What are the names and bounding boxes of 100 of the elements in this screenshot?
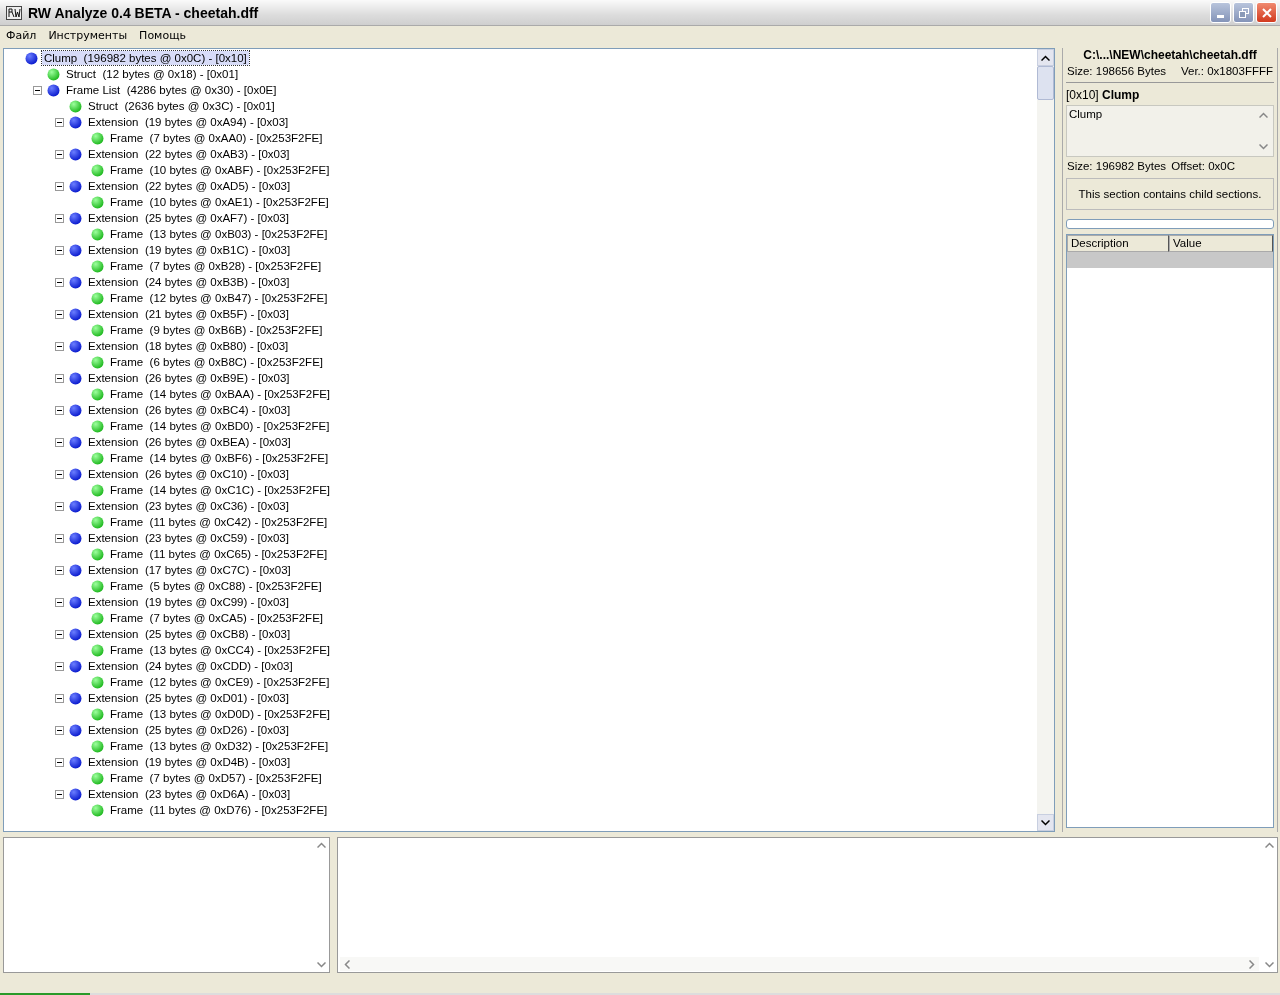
tree-item[interactable]: Frame (12 bytes @ 0xB47) - [0x253F2FE] <box>108 291 330 305</box>
node-icon <box>69 467 82 481</box>
node-icon <box>69 403 82 417</box>
restore-button[interactable] <box>1233 2 1254 23</box>
minimize-button[interactable] <box>1210 2 1231 23</box>
collapse-icon[interactable] <box>55 437 64 447</box>
tree-item[interactable]: Frame (6 bytes @ 0xB8C) - [0x253F2FE] <box>108 355 325 369</box>
collapse-icon[interactable] <box>55 245 64 255</box>
collapse-icon[interactable] <box>55 597 64 607</box>
tree-item[interactable]: Extension (26 bytes @ 0xBC4) - [0x03] <box>86 403 293 417</box>
collapse-icon[interactable] <box>55 373 64 383</box>
column-header[interactable]: Value <box>1169 235 1273 252</box>
collapse-icon[interactable] <box>55 789 64 799</box>
collapse-icon[interactable] <box>55 117 64 127</box>
tree-item[interactable]: Frame (14 bytes @ 0xBAA) - [0x253F2FE] <box>108 387 333 401</box>
node-icon <box>69 307 82 321</box>
collapse-icon[interactable] <box>55 501 64 511</box>
node-icon <box>69 627 82 641</box>
tree-item[interactable]: Frame (7 bytes @ 0xB28) - [0x253F2FE] <box>108 259 324 273</box>
tree-item[interactable]: Extension (25 bytes @ 0xD26) - [0x03] <box>86 723 291 737</box>
node-icon <box>91 515 104 529</box>
collapse-icon[interactable] <box>55 277 64 287</box>
tree-item[interactable]: Extension (25 bytes @ 0xAF7) - [0x03] <box>86 211 291 225</box>
collapse-icon[interactable] <box>55 725 64 735</box>
tree-item[interactable]: Frame (10 bytes @ 0xAE1) - [0x253F2FE] <box>108 195 331 209</box>
tree-item[interactable]: Frame (11 bytes @ 0xC42) - [0x253F2FE] <box>108 515 330 529</box>
column-header[interactable]: Description <box>1067 235 1169 252</box>
menu-item[interactable]: Помощь <box>133 29 192 42</box>
node-icon <box>69 371 82 385</box>
tree-item[interactable]: Frame (11 bytes @ 0xD76) - [0x253F2FE] <box>108 803 330 817</box>
tree-item[interactable]: Frame (7 bytes @ 0xD57) - [0x253F2FE] <box>108 771 324 785</box>
collapse-icon[interactable] <box>55 757 64 767</box>
tree-item[interactable]: Extension (19 bytes @ 0xA94) - [0x03] <box>86 115 291 129</box>
tree-item[interactable]: Struct (12 bytes @ 0x18) - [0x01] <box>64 67 241 81</box>
node-icon <box>69 595 82 609</box>
node-icon <box>25 51 38 65</box>
collapse-icon[interactable] <box>55 661 64 671</box>
tree-item[interactable]: Extension (26 bytes @ 0xC10) - [0x03] <box>86 467 291 481</box>
tree-item[interactable]: Frame (12 bytes @ 0xCE9) - [0x253F2FE] <box>108 675 332 689</box>
scroll-up-icon[interactable] <box>1041 54 1050 61</box>
tree-item[interactable]: Extension (17 bytes @ 0xC7C) - [0x03] <box>86 563 293 577</box>
tree-item[interactable]: Frame (11 bytes @ 0xC65) - [0x253F2FE] <box>108 547 330 561</box>
node-icon <box>91 483 104 497</box>
tree-item[interactable]: Extension (23 bytes @ 0xD6A) - [0x03] <box>86 787 293 801</box>
tree-item[interactable]: Frame (13 bytes @ 0xD32) - [0x253F2FE] <box>108 739 331 753</box>
collapse-icon[interactable] <box>33 85 42 95</box>
collapse-icon[interactable] <box>55 629 64 639</box>
tree-item[interactable]: Extension (24 bytes @ 0xCDD) - [0x03] <box>86 659 295 673</box>
tree-item[interactable]: Extension (22 bytes @ 0xAB3) - [0x03] <box>86 147 292 161</box>
menu-item[interactable]: Файл <box>0 29 43 42</box>
tree-item[interactable]: Extension (23 bytes @ 0xC36) - [0x03] <box>86 499 291 513</box>
tree-item[interactable]: Struct (2636 bytes @ 0x3C) - [0x01] <box>86 99 277 113</box>
app-icon <box>6 5 22 20</box>
collapse-icon[interactable] <box>55 533 64 543</box>
tree-item[interactable]: Extension (19 bytes @ 0xD4B) - [0x03] <box>86 755 293 769</box>
node-icon <box>47 83 60 97</box>
tree-item[interactable]: Frame (10 bytes @ 0xABF) - [0x253F2FE] <box>108 163 332 177</box>
tree-item[interactable]: Extension (21 bytes @ 0xB5F) - [0x03] <box>86 307 291 321</box>
tree-item[interactable]: Frame (13 bytes @ 0xB03) - [0x253F2FE] <box>108 227 330 241</box>
scroll-right-icon[interactable] <box>1249 959 1255 969</box>
collapse-icon[interactable] <box>55 405 64 415</box>
collapse-icon[interactable] <box>55 341 64 351</box>
tree-item[interactable]: Extension (18 bytes @ 0xB80) - [0x03] <box>86 339 291 353</box>
scroll-thumb[interactable] <box>1037 66 1054 100</box>
tree-item[interactable]: Frame (14 bytes @ 0xC1C) - [0x253F2FE] <box>108 483 333 497</box>
collapse-icon[interactable] <box>55 565 64 575</box>
tree-item[interactable]: Frame (7 bytes @ 0xAA0) - [0x253F2FE] <box>108 131 325 145</box>
node-icon <box>91 131 104 145</box>
tree-item[interactable]: Frame (13 bytes @ 0xCC4) - [0x253F2FE] <box>108 643 333 657</box>
tree-item[interactable]: Frame (5 bytes @ 0xC88) - [0x253F2FE] <box>108 579 324 593</box>
collapse-icon[interactable] <box>55 469 64 479</box>
collapse-icon[interactable] <box>55 309 64 319</box>
collapse-icon[interactable] <box>55 693 64 703</box>
tree-item[interactable]: Frame (14 bytes @ 0xBF6) - [0x253F2FE] <box>108 451 331 465</box>
collapse-icon[interactable] <box>55 213 64 223</box>
tree-item[interactable]: Frame (9 bytes @ 0xB6B) - [0x253F2FE] <box>108 323 325 337</box>
collapse-icon[interactable] <box>55 149 64 159</box>
tree-item[interactable]: Extension (26 bytes @ 0xB9E) - [0x03] <box>86 371 292 385</box>
tree-item[interactable]: Extension (25 bytes @ 0xD01) - [0x03] <box>86 691 291 705</box>
tree-item[interactable]: Extension (22 bytes @ 0xAD5) - [0x03] <box>86 179 293 193</box>
scrollbar[interactable] <box>1037 49 1054 831</box>
node-icon <box>69 115 82 129</box>
tree-item[interactable]: Extension (19 bytes @ 0xB1C) - [0x03] <box>86 243 293 257</box>
tree-item[interactable]: Extension (19 bytes @ 0xC99) - [0x03] <box>86 595 291 609</box>
scroll-down-icon[interactable] <box>1041 819 1050 826</box>
tree-item[interactable]: Frame (7 bytes @ 0xCA5) - [0x253F2FE] <box>108 611 325 625</box>
close-button[interactable] <box>1256 2 1277 23</box>
tree-item[interactable]: Clump (196982 bytes @ 0x0C) - [0x10] <box>42 51 249 65</box>
node-icon <box>69 435 82 449</box>
menu-item[interactable]: Инструменты <box>42 29 134 42</box>
node-icon <box>69 755 82 769</box>
tree-item[interactable]: Frame List (4286 bytes @ 0x30) - [0x0E] <box>64 83 279 97</box>
scroll-left-icon[interactable] <box>344 959 350 969</box>
tree-item[interactable]: Frame (14 bytes @ 0xBD0) - [0x253F2FE] <box>108 419 332 433</box>
tree-item[interactable]: Extension (24 bytes @ 0xB3B) - [0x03] <box>86 275 292 289</box>
tree-item[interactable]: Extension (26 bytes @ 0xBEA) - [0x03] <box>86 435 293 449</box>
tree-item[interactable]: Extension (23 bytes @ 0xC59) - [0x03] <box>86 531 291 545</box>
tree-item[interactable]: Extension (25 bytes @ 0xCB8) - [0x03] <box>86 627 293 641</box>
collapse-icon[interactable] <box>55 181 64 191</box>
tree-item[interactable]: Frame (13 bytes @ 0xD0D) - [0x253F2FE] <box>108 707 333 721</box>
